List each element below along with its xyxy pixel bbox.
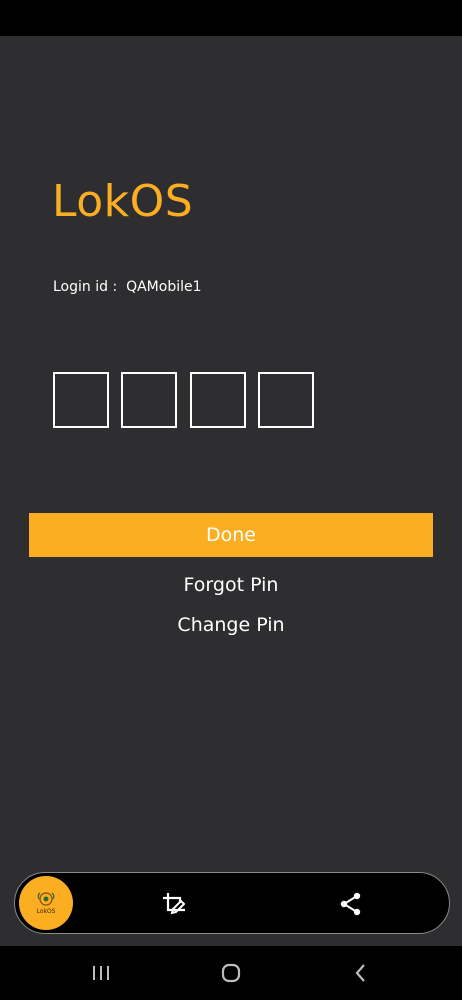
- app-title: LokOS: [52, 176, 194, 227]
- login-id-value: QAMobile1: [126, 279, 202, 295]
- change-pin-link[interactable]: Change Pin: [0, 612, 462, 638]
- back-icon[interactable]: [348, 960, 374, 986]
- login-id-row: Login id : QAMobile1: [53, 278, 202, 296]
- pin-digit-1[interactable]: [53, 372, 109, 428]
- pin-digit-2[interactable]: [121, 372, 177, 428]
- crop-edit-icon[interactable]: [161, 891, 187, 917]
- home-icon[interactable]: [218, 960, 244, 986]
- system-navigation-bar: [0, 946, 462, 1000]
- login-id-label: Login id :: [53, 279, 118, 295]
- app-badge-icon[interactable]: LokOS: [19, 876, 73, 930]
- status-bar: [0, 0, 462, 36]
- badge-text: LokOS: [36, 907, 56, 915]
- recent-apps-icon[interactable]: [88, 960, 114, 986]
- emblem-icon: [37, 891, 55, 906]
- pin-digit-4[interactable]: [258, 372, 314, 428]
- forgot-pin-link[interactable]: Forgot Pin: [0, 572, 462, 598]
- done-button[interactable]: Done: [29, 513, 433, 557]
- pin-digit-3[interactable]: [190, 372, 246, 428]
- share-icon[interactable]: [338, 891, 364, 917]
- screenshot-toolbar: LokOS: [14, 872, 450, 934]
